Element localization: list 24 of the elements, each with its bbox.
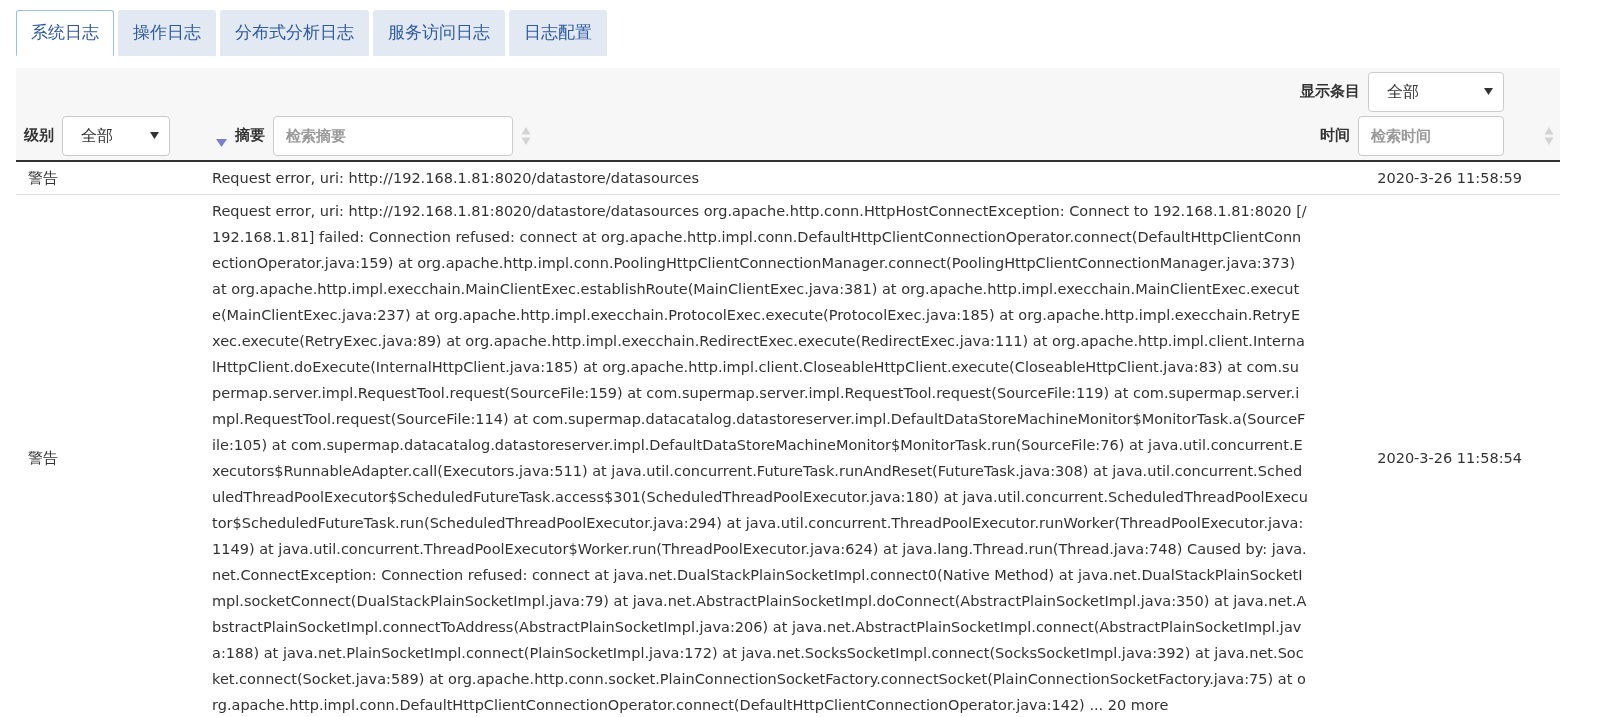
caret-icon [1484,88,1493,95]
tab[interactable]: 服务访问日志 [373,10,505,56]
field-label: 显示条目 [1300,81,1360,103]
log-message: Request error, uri: http://192.168.1.81:8020/datastore/datasources org.apache.http.conn.HttpHostConnectException: Connect to 192.168.1.81:8020 [/192.168.1.81] failed: Connection refused: connect at org.apache.http.impl.conn.DefaultHttpClientConnectionOperator.connect(DefaultHttpClientConnectionOperator.java:159) at org.apache.http.impl.conn.PoolingHttpClientConnectionManager.connect(PoolingHttpClientConnectionManager.java:373) at org.apache.http.impl.execchain.MainClientExec.establishRoute(MainClientExec.java:381) at org.apache.http.impl.execchain.MainClientExec.execute(MainClientExec.java:237) at org.apache.http.impl.execchain.ProtocolExec.execute(ProtocolExec.java:185) at org.apache.http.impl.execchain.RetryExec.execute(RetryExec.java:89) at org.apache.http.impl.execchain.RedirectExec.execute(RedirectExec.java:111) at org.apache.http.impl.client.InternalHttpClient.doExecute(InternalHttpClient.java:185) at org.apache.http.impl.client.CloseableHttpClient.execute(CloseableHttpClient.java:83) at com.supermap.server.impl.RequestTool.request(SourceFile:159) at com.supermap.server.impl.RequestTool.request(SourceFile:119) at com.supermap.server.impl.RequestTool.request(SourceFile:114) at com.supermap.datacatalog.datastoreserver.impl.DefaultDataStoreMachineMonitor$MonitorTask.a(SourceFile:105) at com.supermap.datacatalog.datastoreserver.impl.DefaultDataStoreMachineMonitor$MonitorTask.run(SourceFile:76) at java.util.concurrent.Executors$RunnableAdapter.call(Executors.java:511) at java.util.concurrent.FutureTask.runAndReset(FutureTask.java:308) at java.util.concurrent.ScheduledThreadPoolExecutor$ScheduledFutureTask.access$301(ScheduledThreadPoolExecutor.java:180) at java.util.concurrent.ScheduledThreadPoolExecutor$ScheduledFutureTask.run(ScheduledThreadPoolExecutor.java:294) at java.util.concurrent.ThreadPoolExecutor.runWorker(ThreadPoolExecutor.java:1149) at java.util.concurrent.ThreadPoolExecutor$Worker.run(ThreadPoolExecutor.java:624) at java.lang.Thread.run(Thread.java:748) Caused by: java.net.ConnectException: Connection refused: connect at java.net.DualStackPlainSocketImpl.connect0(Native Method) at java.net.DualStackPlainSocketImpl.socketConnect(DualStackPlainSocketImpl.java:79) at java.net.AbstractPlainSocketImpl.doConnect(AbstractPlainSocketImpl.java:350) at java.net.AbstractPlainSocketImpl.connectToAddress(AbstractPlainSocketImpl.java:206) at java.net.AbstractPlainSocketImpl.connect(AbstractPlainSocketImpl.java:188) at java.net.PlainSocketImpl.connect(PlainSocketImpl.java:172) at java.net.SocksSocketImpl.connect(SocksSocketImpl.java:392) at java.net.Socket.connect(Socket.java:589) at org.apache.http.conn.socket.PlainConnectionSocketFactory.connectSocket(PlainConnectionSocketFactory.java:75) at org.apache.http.impl.conn.DefaultHttpClientConnectionOperator.connect(DefaultHttpClientConnectionOperator.java:142) ... 20 more [212,201,1308,715]
search-field[interactable]: 检索时间 [1358,115,1504,156]
filter-icon[interactable] [216,138,227,147]
sort-icon[interactable] [521,125,531,146]
tab[interactable]: 操作日志 [118,10,216,56]
column-header: 级别 [24,125,54,147]
timestamp: 2020-3-26 11:58:59 [1377,168,1522,188]
search-field[interactable]: 检索摘要 [273,115,513,156]
column-header: 时间 [1320,125,1350,147]
tab[interactable]: 日志配置 [509,10,607,56]
sort-icon[interactable] [1544,125,1554,146]
column-header: 摘要 [235,125,265,147]
select-field[interactable]: 全部 [62,115,170,156]
level-text: 警告 [28,168,58,188]
timestamp: 2020-3-26 11:58:54 [1377,448,1522,468]
tab[interactable]: 分布式分析日志 [220,10,369,56]
tab[interactable]: 系统日志 [16,10,114,56]
level-text: 警告 [28,448,58,468]
caret-icon [150,132,159,139]
log-message: Request error, uri: http://192.168.1.81:8020/datastore/datasources [212,168,700,188]
select-field[interactable]: 全部 [1368,71,1504,112]
